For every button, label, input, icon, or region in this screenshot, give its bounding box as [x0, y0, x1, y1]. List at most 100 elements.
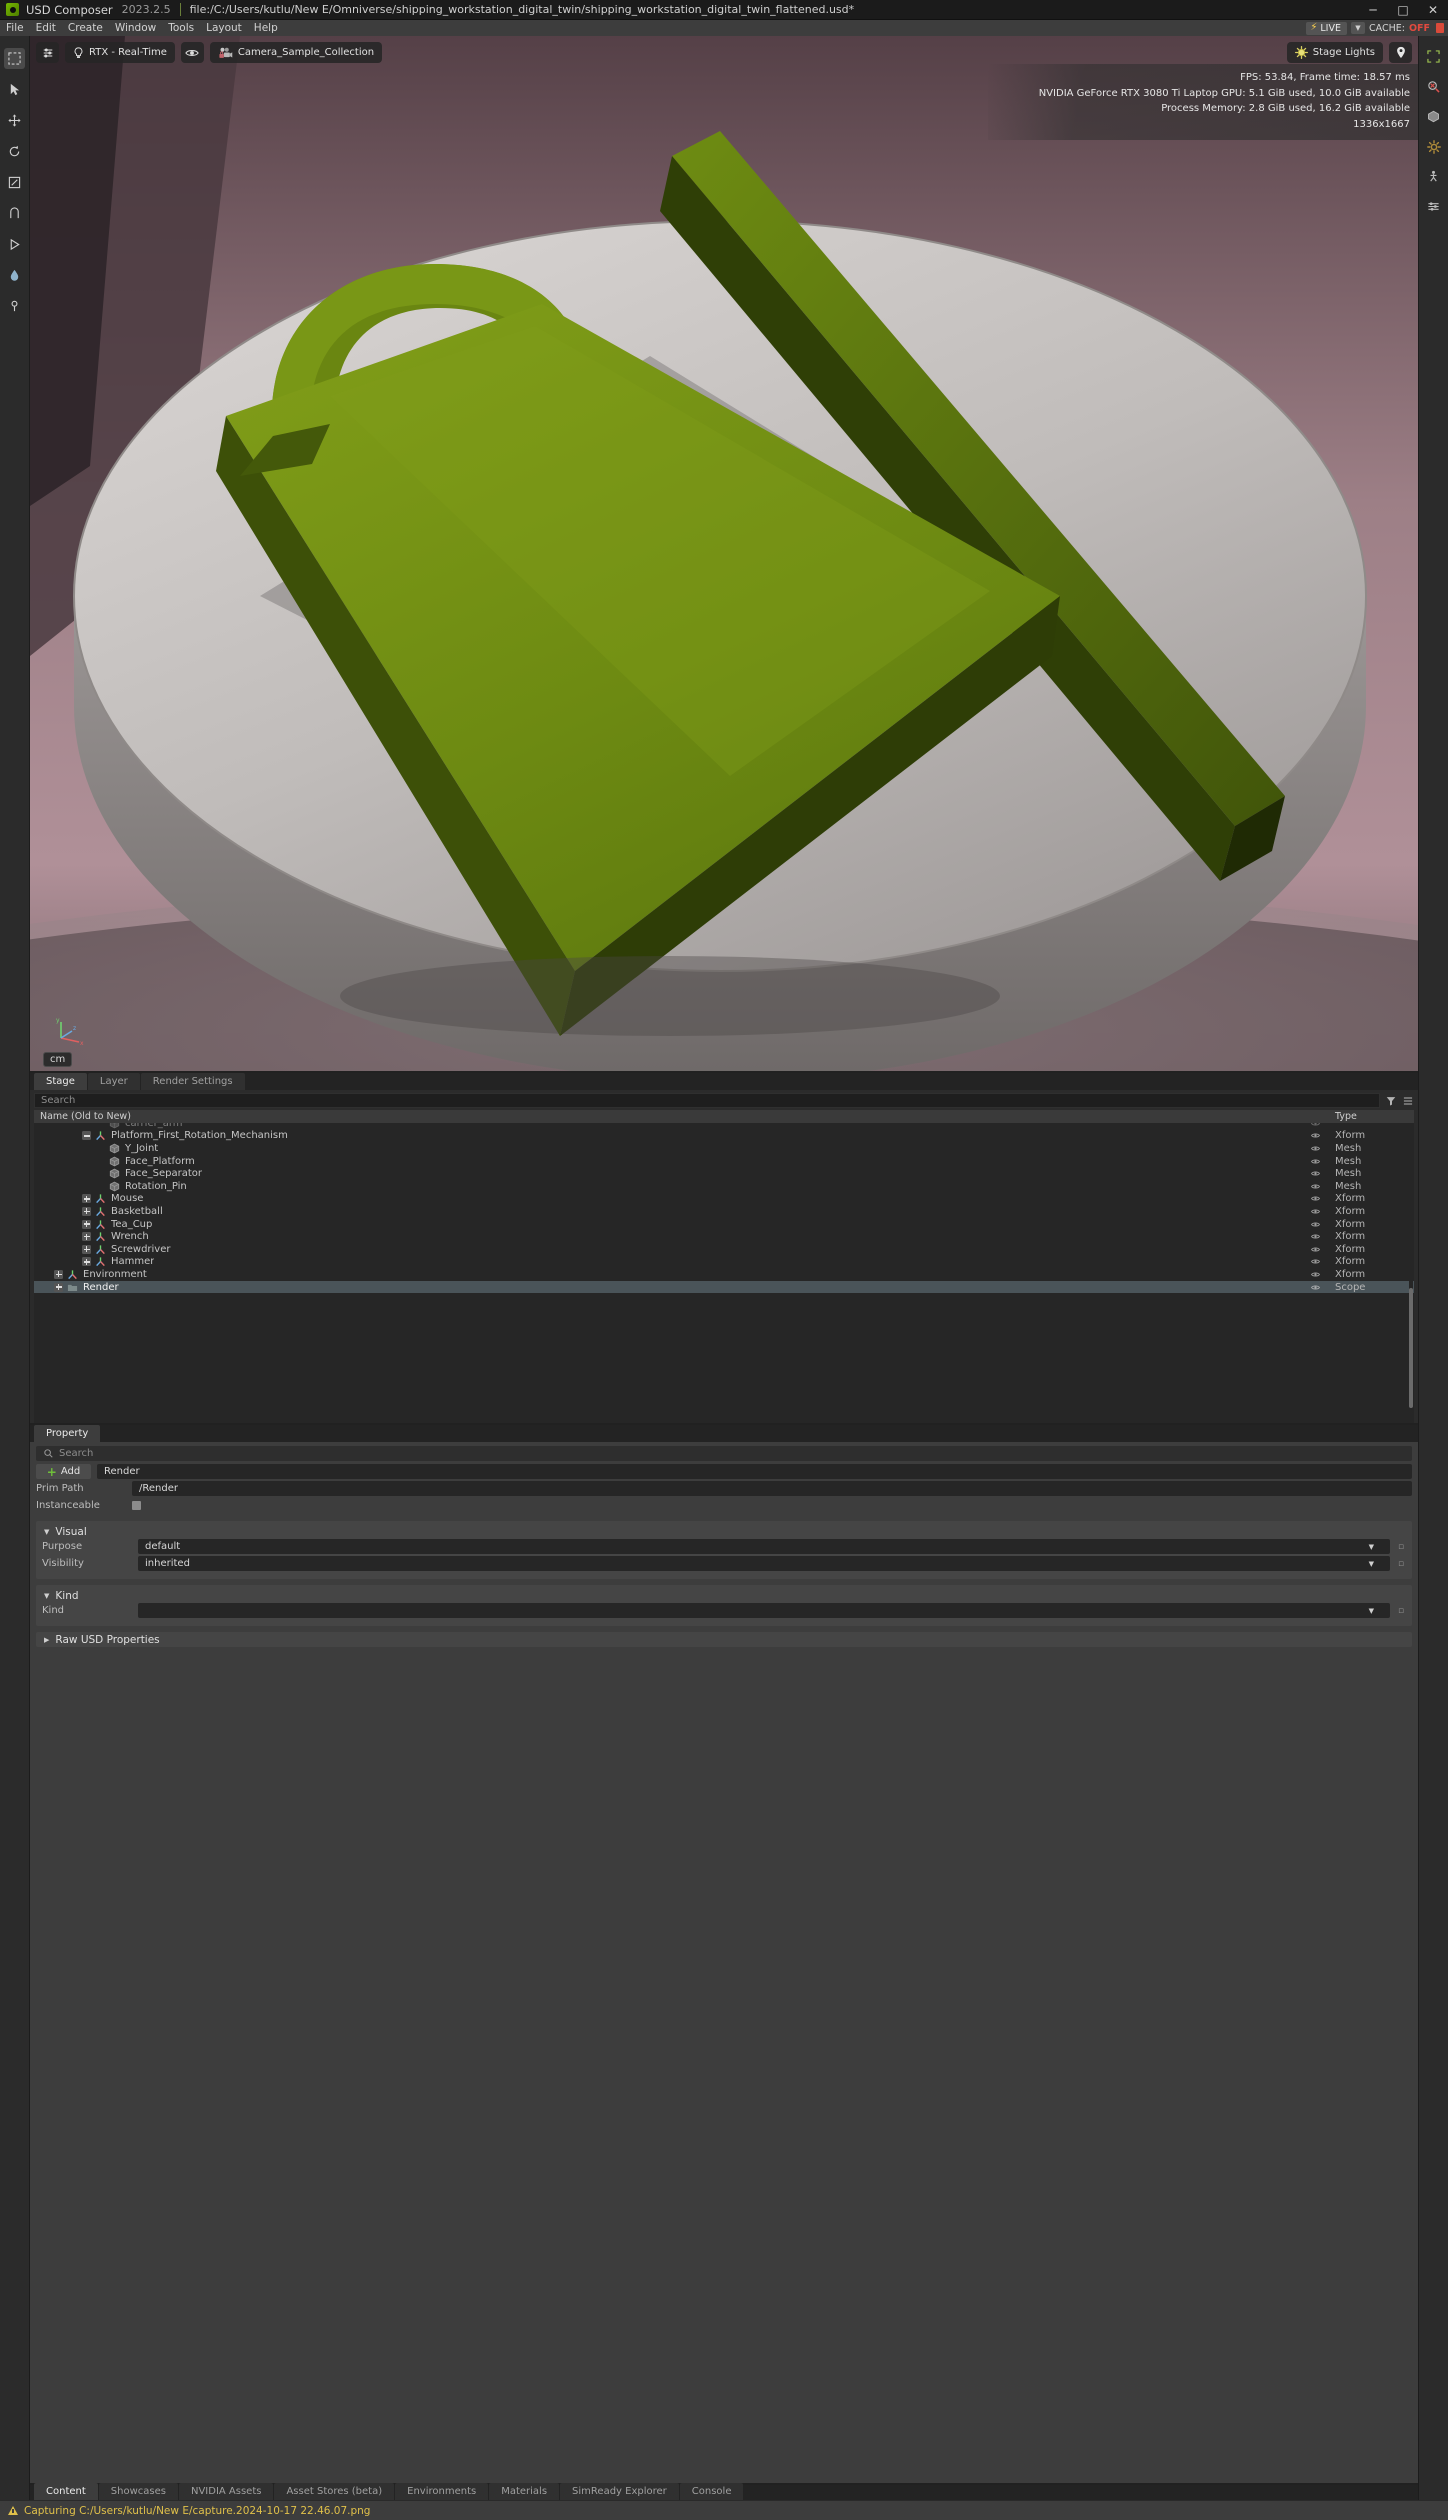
row-visibility-toggle[interactable] — [1301, 1270, 1329, 1279]
row-visibility-toggle[interactable] — [1301, 1169, 1329, 1178]
tab-layer[interactable]: Layer — [87, 1073, 140, 1090]
viewport-unit-chip[interactable]: cm — [43, 1052, 73, 1067]
prim-path-field[interactable]: /Render — [132, 1481, 1412, 1496]
purpose-reset-button[interactable]: ▫ — [1396, 1542, 1406, 1552]
live-dropdown-button[interactable]: ▼ — [1350, 22, 1365, 34]
menu-file[interactable]: File — [6, 22, 24, 34]
row-visibility-toggle[interactable] — [1301, 1194, 1329, 1203]
stage-tree[interactable]: carrier_arm Platform_First_Rotation_Mecha… — [34, 1123, 1414, 1423]
bottom-tab-simready-explorer[interactable]: SimReady Explorer — [560, 2483, 679, 2500]
menu-layout[interactable]: Layout — [206, 22, 242, 34]
shape-tool-button[interactable] — [1423, 106, 1444, 127]
tree-expander[interactable] — [82, 1232, 91, 1242]
bottom-tab-environments[interactable]: Environments — [395, 2483, 489, 2500]
filter-icon[interactable] — [1384, 1094, 1397, 1108]
menu-window[interactable]: Window — [115, 22, 156, 34]
row-visibility-toggle[interactable] — [1301, 1157, 1329, 1166]
scale-tool-button[interactable] — [4, 172, 25, 193]
row-visibility-toggle[interactable] — [1301, 1207, 1329, 1216]
layers-tool-button[interactable] — [1423, 196, 1444, 217]
table-row[interactable]: Mouse Xform — [34, 1193, 1414, 1206]
tree-expander[interactable] — [54, 1282, 63, 1292]
tree-expander[interactable] — [54, 1269, 63, 1279]
kind-dropdown[interactable]: ▼ — [138, 1603, 1390, 1618]
table-row[interactable]: Rotation_Pin Mesh — [34, 1180, 1414, 1193]
settings-gear-button[interactable] — [1423, 136, 1444, 157]
viewport-settings-button[interactable] — [36, 42, 59, 63]
pointer-tool-button[interactable] — [4, 79, 25, 100]
table-row[interactable]: Platform_First_Rotation_Mechanism Xform — [34, 1130, 1414, 1143]
play-button[interactable] — [4, 234, 25, 255]
menu-tools[interactable]: Tools — [168, 22, 194, 34]
stage-lights-button[interactable]: Stage Lights — [1286, 42, 1383, 63]
column-header-type[interactable]: Type — [1329, 1111, 1414, 1122]
bottom-tab-materials[interactable]: Materials — [489, 2483, 560, 2500]
tree-expander[interactable] — [82, 1206, 91, 1216]
visibility-dropdown[interactable]: inherited ▼ — [138, 1556, 1390, 1571]
table-row[interactable]: Environment Xform — [34, 1268, 1414, 1281]
row-visibility-toggle[interactable] — [1301, 1257, 1329, 1266]
bottom-tab-content[interactable]: Content — [34, 2483, 98, 2500]
table-row[interactable]: Screwdriver Xform — [34, 1243, 1414, 1256]
cache-file-icon[interactable] — [1436, 23, 1444, 33]
measure-tool-button[interactable] — [4, 296, 25, 317]
table-row[interactable]: Render Scope — [34, 1280, 1414, 1294]
add-property-button[interactable]: + Add — [36, 1464, 91, 1479]
bottom-tab-console[interactable]: Console — [679, 2483, 744, 2500]
stage-tree-scrollbar[interactable] — [1409, 1123, 1413, 1423]
stage-search-input[interactable]: Search — [34, 1093, 1380, 1108]
paint-tool-button[interactable] — [4, 265, 25, 286]
column-header-name[interactable]: Name (Old to New) — [34, 1111, 1301, 1122]
bottom-tab-nvidia-assets[interactable]: NVIDIA Assets — [178, 2483, 274, 2500]
tree-expander[interactable] — [82, 1131, 91, 1141]
menu-create[interactable]: Create — [68, 22, 103, 34]
camera-selector-button[interactable]: Camera_Sample_Collection — [209, 42, 383, 63]
table-row[interactable]: Wrench Xform — [34, 1230, 1414, 1243]
bottom-tab-asset-stores-beta[interactable]: Asset Stores (beta) — [274, 2483, 395, 2500]
menu-help[interactable]: Help — [254, 22, 278, 34]
row-visibility-toggle[interactable] — [1301, 1182, 1329, 1191]
row-visibility-toggle[interactable] — [1301, 1283, 1329, 1292]
menu-edit[interactable]: Edit — [36, 22, 56, 34]
tree-expander[interactable] — [82, 1219, 91, 1229]
bottom-tab-showcases[interactable]: Showcases — [98, 2483, 178, 2500]
row-visibility-toggle[interactable] — [1301, 1220, 1329, 1229]
row-visibility-toggle[interactable] — [1301, 1131, 1329, 1140]
snap-tool-button[interactable] — [4, 203, 25, 224]
renderer-selector-button[interactable]: RTX - Real-Time — [65, 42, 175, 63]
row-visibility-toggle[interactable] — [1301, 1232, 1329, 1241]
rotate-tool-button[interactable] — [4, 141, 25, 162]
table-row[interactable]: Basketball Xform — [34, 1205, 1414, 1218]
viewport-visibility-button[interactable] — [180, 42, 204, 63]
viewport[interactable]: RTX - Real-Time Camera_Sample_Collection… — [30, 36, 1418, 1071]
tree-expander[interactable] — [82, 1257, 91, 1267]
tab-stage[interactable]: Stage — [34, 1073, 87, 1090]
raw-usd-properties-section[interactable]: ▶ Raw USD Properties — [36, 1632, 1412, 1647]
row-visibility-toggle[interactable] — [1301, 1144, 1329, 1153]
live-button[interactable]: ⚡ LIVE — [1306, 21, 1347, 35]
select-mode-button[interactable] — [4, 48, 25, 69]
tab-render-settings[interactable]: Render Settings — [140, 1073, 245, 1090]
row-visibility-toggle[interactable] — [1301, 1123, 1329, 1128]
table-row[interactable]: Hammer Xform — [34, 1256, 1414, 1269]
options-menu-icon[interactable] — [1401, 1094, 1414, 1108]
table-row[interactable]: Face_Platform Mesh — [34, 1155, 1414, 1168]
property-search-input[interactable]: Search — [36, 1446, 1412, 1461]
close-button[interactable]: ✕ — [1418, 0, 1448, 20]
purpose-dropdown[interactable]: default ▼ — [138, 1539, 1390, 1554]
fullscreen-button[interactable] — [1423, 46, 1444, 67]
tab-property[interactable]: Property — [34, 1425, 101, 1442]
minimize-button[interactable]: ─ — [1358, 0, 1388, 20]
visibility-reset-button[interactable]: ▫ — [1396, 1559, 1406, 1569]
table-row[interactable]: carrier_arm — [34, 1123, 1414, 1130]
prim-name-field[interactable]: Render — [97, 1464, 1412, 1479]
kind-section-header[interactable]: ▼ Kind — [36, 1589, 1412, 1603]
table-row[interactable]: Face_Separator Mesh — [34, 1167, 1414, 1180]
tree-expander[interactable] — [82, 1194, 91, 1204]
table-row[interactable]: Y_Joint Mesh — [34, 1142, 1414, 1155]
physics-tool-button[interactable] — [1423, 166, 1444, 187]
instanceable-checkbox[interactable] — [132, 1501, 141, 1510]
visual-section-header[interactable]: ▼ Visual — [36, 1525, 1412, 1539]
tree-expander[interactable] — [82, 1244, 91, 1254]
kind-reset-button[interactable]: ▫ — [1396, 1606, 1406, 1616]
